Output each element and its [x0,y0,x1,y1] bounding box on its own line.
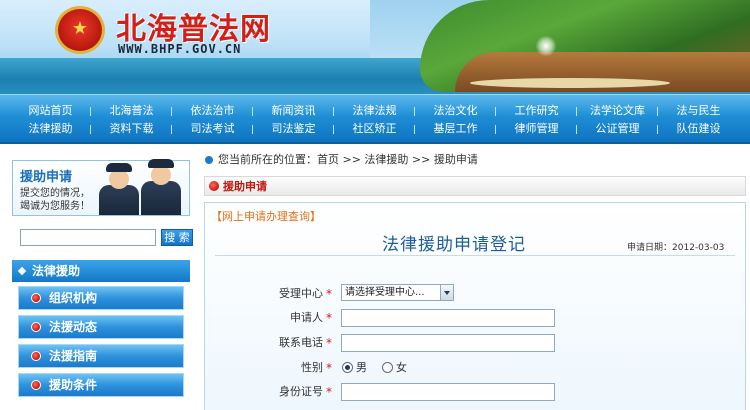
sidebar-item-organization[interactable]: 组织机构 [18,286,184,310]
breadcrumb-text[interactable]: 您当前所在的位置：首页 >> 法律援助 >> 援助申请 [218,150,478,170]
sidebar-item-aid-conditions[interactable]: 援助条件 [18,373,184,397]
required-mark: * [326,336,332,350]
sidebar-item-label: 组织机构 [49,291,98,305]
apply-date-label: 申请日期： [627,243,673,253]
center-select-value: 请选择受理中心... [345,287,425,298]
search-button[interactable]: 搜 索 [161,229,193,246]
red-dot-icon [31,380,41,390]
gender-female-radio[interactable] [382,362,393,373]
nav-item-team-building[interactable]: 队伍建设 [658,121,739,141]
sidebar-menu: 组织机构 法援动态 法援指南 援助条件 [12,283,190,402]
phone-label: 联系电话 [279,336,323,349]
red-dot-icon [31,322,41,332]
nav-item-grassroots[interactable]: 基层工作 [415,121,496,141]
sidebar-section-title: 法律援助 [32,264,81,278]
breadcrumb-arrow-icon [205,156,213,164]
site-url: WWW.BHPF.GOV.CN [118,42,242,56]
aid-application-form: 【网上申请办理查询】 法律援助申请登记 申请日期：2012-03-03 受理中心… [204,202,746,410]
officer-left [99,163,139,215]
form-row-applicant: 申请人 * [205,308,747,328]
nav-item-rule-of-law-city[interactable]: 依法治市 [172,103,253,123]
national-emblem-icon: ★ [55,6,105,54]
nav-item-notary-management[interactable]: 公证管理 [577,121,658,141]
gender-female-label: 女 [396,361,407,374]
gender-male-label: 男 [356,361,367,374]
form-row-phone: 联系电话 * [205,333,747,353]
nav-item-laws[interactable]: 法律法规 [334,103,415,123]
nav-item-home[interactable]: 网站首页 [10,103,91,123]
required-mark: * [326,385,332,399]
sidebar-search: 搜 索 [12,228,193,248]
main-nav: 网站首页 北海普法 依法治市 新闻资讯 法律法规 法治文化 工作研究 法学论文库… [0,94,750,144]
applicant-label: 申请人 [290,311,323,324]
nav-item-work-research[interactable]: 工作研究 [496,103,577,123]
breadcrumb: 您当前所在的位置：首页 >> 法律援助 >> 援助申请 [205,150,745,170]
search-input[interactable] [20,229,156,246]
nav-item-beihai-pufa[interactable]: 北海普法 [91,103,172,123]
sparkle-icon [536,36,556,56]
center-label: 受理中心 [279,287,323,300]
aid-application-promo[interactable]: 援助申请 提交您的情况，竭诚为您服务！ [12,159,190,216]
nav-item-news[interactable]: 新闻资讯 [253,103,334,123]
banner-beach [470,78,670,88]
nav-row-2: 法律援助 资料下载 司法考试 司法鉴定 社区矫正 基层工作 律师管理 公证管理 … [10,121,740,141]
nav-item-downloads[interactable]: 资料下载 [91,121,172,141]
form-row-id: 身份证号 * [205,382,747,402]
police-officers-image [93,159,189,215]
site-banner: ★ 北海普法网 WWW.BHPF.GOV.CN [0,0,750,94]
red-dot-icon [209,181,219,191]
nav-item-paper-library[interactable]: 法学论文库 [577,103,658,123]
chevron-down-icon[interactable] [440,285,453,300]
diamond-bullet-icon [17,266,27,276]
sidebar-item-aid-guide[interactable]: 法援指南 [18,344,184,368]
id-label: 身份证号 [279,385,323,398]
page-title: 援助申请 [223,180,267,193]
apply-date-value: 2012-03-03 [672,243,725,253]
required-mark: * [326,311,332,325]
apply-date: 申请日期：2012-03-03 [627,240,724,253]
gender-male-radio[interactable] [342,362,353,373]
red-dot-icon [31,351,41,361]
officer-right [141,159,181,215]
nav-item-legal-culture[interactable]: 法治文化 [415,103,496,123]
online-query-link[interactable]: 【网上申请办理查询】 [211,208,321,224]
required-mark: * [326,361,332,375]
nav-row-1: 网站首页 北海普法 依法治市 新闻资讯 法律法规 法治文化 工作研究 法学论文库… [10,103,740,123]
nav-item-judicial-exam[interactable]: 司法考试 [172,121,253,141]
gender-label: 性别 [301,361,323,374]
id-number-input[interactable] [341,383,555,401]
nav-item-forensic[interactable]: 司法鉴定 [253,121,334,141]
nav-item-community-correction[interactable]: 社区矫正 [334,121,415,141]
sidebar-item-label: 法援指南 [49,349,98,363]
form-divider [215,255,735,256]
aid-promo-text: 提交您的情况，竭诚为您服务！ [20,188,90,212]
sidebar-item-aid-news[interactable]: 法援动态 [18,315,184,339]
form-row-gender: 性别 * 男 女 [205,358,747,378]
required-mark: * [326,287,332,301]
red-dot-icon [31,293,41,303]
nav-item-law-livelihood[interactable]: 法与民生 [658,103,739,123]
sidebar-item-label: 法援动态 [49,320,98,334]
section-title-bar: 援助申请 [204,176,746,196]
phone-input[interactable] [341,334,555,352]
aid-promo-title: 援助申请 [20,170,73,185]
nav-item-lawyer-management[interactable]: 律师管理 [496,121,577,141]
sidebar-item-label: 援助条件 [49,378,98,392]
sidebar-section-header: 法律援助 [12,260,190,282]
center-select[interactable]: 请选择受理中心... [341,284,454,301]
nav-item-legal-aid[interactable]: 法律援助 [10,121,91,141]
applicant-input[interactable] [341,309,555,327]
form-row-center: 受理中心 * 请选择受理中心... [205,284,747,304]
